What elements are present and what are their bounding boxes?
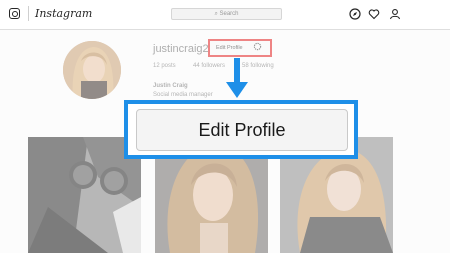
settings-gear-icon[interactable] bbox=[253, 42, 262, 51]
profile-username: justincraig2 bbox=[153, 43, 209, 55]
edit-profile-button-zoomed[interactable]: Edit Profile bbox=[136, 109, 348, 151]
posts-count[interactable]: 12 posts bbox=[153, 63, 176, 69]
profile-full-name: Justin Craig bbox=[153, 83, 188, 89]
top-navigation-bar: Instagram ⌕ Search bbox=[0, 0, 450, 30]
instagram-wordmark[interactable]: Instagram bbox=[35, 7, 92, 20]
logo-divider bbox=[28, 6, 29, 21]
arrow-down-icon bbox=[226, 58, 248, 98]
edit-profile-button[interactable]: Edit Profile bbox=[208, 39, 272, 57]
avatar[interactable] bbox=[63, 41, 121, 99]
instagram-logo-icon[interactable] bbox=[9, 8, 20, 19]
person-icon[interactable] bbox=[389, 8, 401, 20]
edit-profile-label: Edit Profile bbox=[216, 45, 243, 51]
zoom-callout: Edit Profile bbox=[124, 100, 358, 159]
profile-bio: Social media manager bbox=[153, 92, 213, 98]
heart-icon[interactable] bbox=[368, 8, 380, 20]
search-input[interactable]: ⌕ Search bbox=[171, 8, 282, 20]
followers-count[interactable]: 44 followers bbox=[193, 63, 225, 69]
compass-icon[interactable] bbox=[349, 8, 361, 20]
search-placeholder: Search bbox=[219, 11, 239, 17]
